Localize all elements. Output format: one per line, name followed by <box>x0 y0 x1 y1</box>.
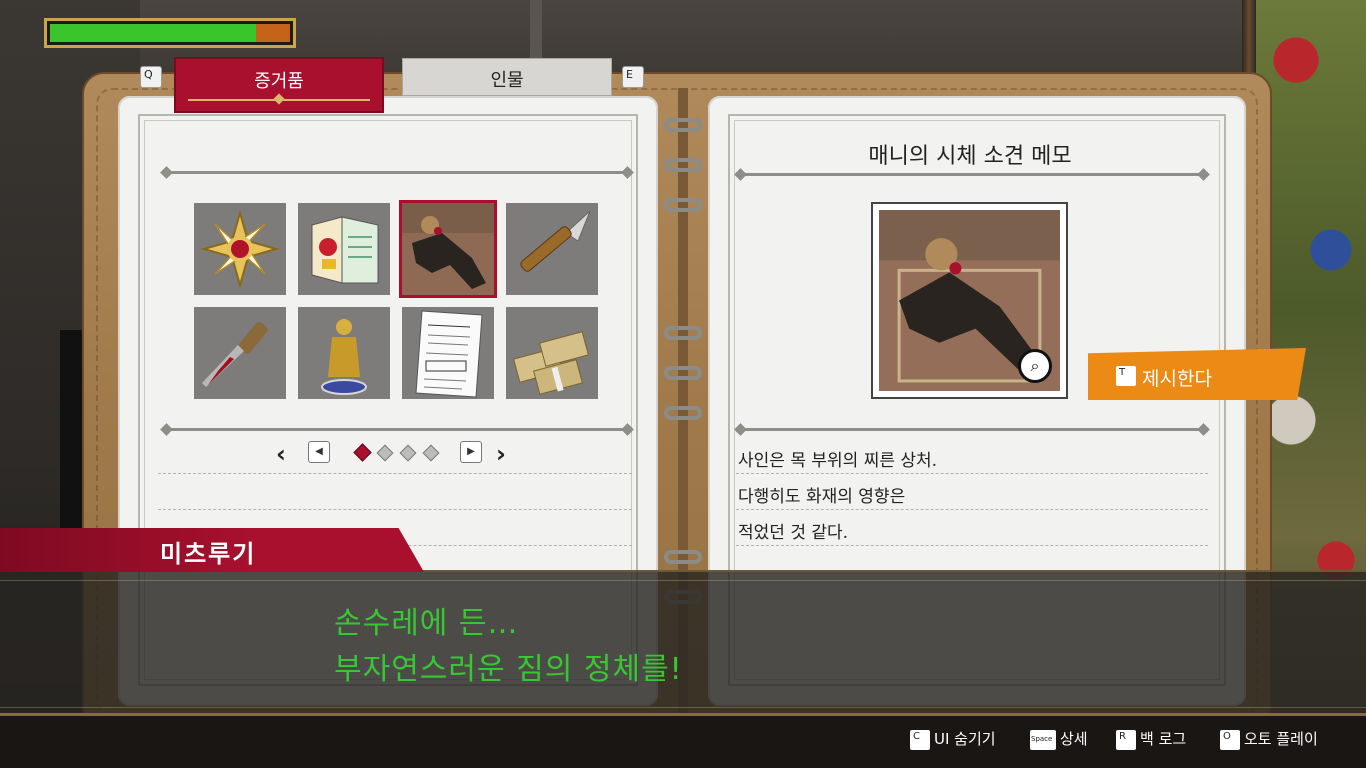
corpse-photo-graphic <box>402 203 494 295</box>
left-top-rule <box>166 171 628 174</box>
ring <box>664 366 702 380</box>
right-mid-rule <box>740 428 1204 431</box>
cash-bundles-graphic <box>513 331 589 395</box>
speaker-name: 미츠루기 <box>160 540 257 568</box>
evidence-pager: ‹ ◀ ▶ › <box>276 440 516 468</box>
key-c-hint: C <box>910 729 930 750</box>
evidence-title: 매니의 시체 소견 메모 <box>868 144 1072 169</box>
evidence-description-line: 적었던 것 같다. <box>738 523 849 543</box>
folded-map-graphic <box>311 216 379 284</box>
chevron-left-icon[interactable]: ‹ <box>276 440 286 468</box>
key-e-hint[interactable]: E <box>622 66 644 88</box>
bloody-dagger-graphic <box>202 322 268 387</box>
control-backlog[interactable]: R백 로그 <box>1116 728 1186 750</box>
magnify-icon[interactable]: ⌕ <box>1018 349 1052 383</box>
key-o-hint: O <box>1220 729 1240 750</box>
page-dot <box>422 444 440 462</box>
gold-badge-graphic <box>200 209 280 289</box>
key-space-hint: Space <box>1030 729 1056 750</box>
control-detail[interactable]: Space 상세 <box>1030 728 1088 750</box>
knife-icon[interactable] <box>506 203 598 295</box>
chevron-right-icon[interactable]: › <box>496 440 506 468</box>
present-button-label: 제시한다 <box>1142 368 1212 390</box>
ring <box>664 550 702 564</box>
dialogue-line: 부자연스러운 짐의 정체를! <box>334 652 683 687</box>
ring <box>664 406 702 420</box>
golden-statue-icon[interactable] <box>298 307 390 399</box>
dialogue-box[interactable] <box>0 570 1366 716</box>
gold-badge-icon[interactable] <box>194 203 286 295</box>
right-dashed-line <box>736 545 1208 546</box>
page-next-button[interactable]: ▶ <box>460 441 482 463</box>
left-dashed-line <box>158 509 632 510</box>
control-label: 상세 <box>1060 730 1088 748</box>
right-dashed-line <box>736 473 1208 474</box>
evidence-description-line: 다행히도 화재의 영향은 <box>738 487 906 507</box>
golden-statue-graphic <box>321 319 367 395</box>
tab-evidence[interactable]: 증거품 <box>174 57 384 113</box>
corpse-photo-icon[interactable] <box>399 200 497 298</box>
cash-bundles-icon[interactable] <box>506 307 598 399</box>
health-bar <box>44 18 296 48</box>
document-graphic <box>415 310 483 398</box>
ring <box>664 198 702 212</box>
ring <box>664 158 702 172</box>
tab-people[interactable]: 인물 <box>402 58 612 96</box>
dialogue-frame <box>0 580 1366 708</box>
ring <box>664 118 702 132</box>
key-q-hint[interactable]: Q <box>140 66 162 88</box>
left-dashed-line <box>158 473 632 474</box>
control-label: 오토 플레이 <box>1244 730 1318 748</box>
health-fill <box>50 24 257 42</box>
dialogue-line: 손수레에 든… <box>334 606 519 641</box>
tab-evidence-label: 증거품 <box>254 71 304 92</box>
health-track <box>50 24 290 42</box>
left-bottom-rule <box>166 428 628 431</box>
right-top-rule <box>740 173 1204 176</box>
control-hide-ui[interactable]: C UI 숨기기 <box>910 728 996 750</box>
tab-ornament <box>188 99 370 101</box>
tab-people-label: 인물 <box>490 70 524 91</box>
evidence-description-line: 사인은 목 부위의 찌른 상처. <box>738 451 938 471</box>
control-label: UI 숨기기 <box>934 730 996 748</box>
right-dashed-line <box>736 509 1208 510</box>
page-prev-button[interactable]: ◀ <box>308 441 330 463</box>
page-dot <box>353 443 372 462</box>
evidence-grid <box>194 200 600 399</box>
bloody-dagger-icon[interactable] <box>194 307 286 399</box>
control-autoplay[interactable]: O 오토 플레이 <box>1220 728 1318 750</box>
knife-graphic <box>520 210 591 272</box>
ring <box>664 326 702 340</box>
page-dot <box>399 444 417 462</box>
key-t-hint: T <box>1116 366 1136 386</box>
document-icon[interactable] <box>402 307 494 399</box>
control-label: 백 로그 <box>1140 730 1187 748</box>
evidence-image[interactable]: ⌕ <box>871 202 1068 399</box>
page-dot <box>376 444 394 462</box>
key-r-hint: R <box>1116 729 1136 750</box>
corpse-photo-icon: ⌕ <box>879 210 1060 391</box>
folded-map-icon[interactable] <box>298 203 390 295</box>
